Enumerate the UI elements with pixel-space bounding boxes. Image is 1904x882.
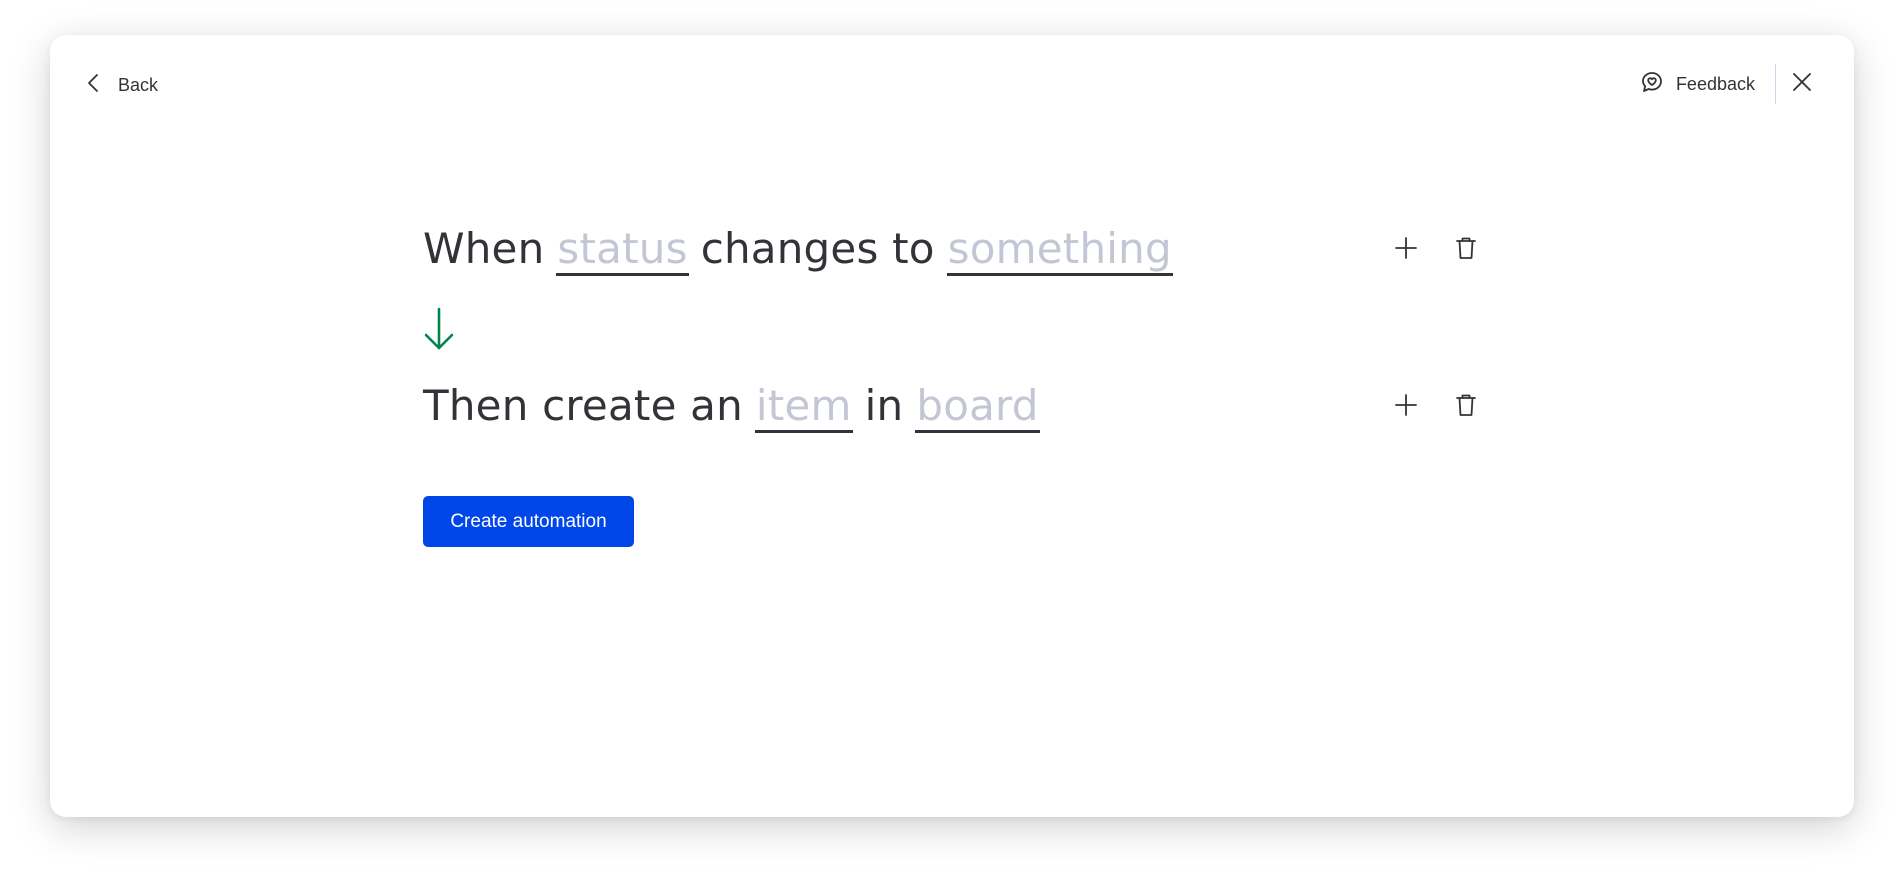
plus-icon [1393, 392, 1419, 423]
back-label: Back [118, 74, 159, 95]
trash-icon [1453, 392, 1479, 423]
chevron-left-icon [84, 73, 104, 98]
action-lead: Then create an [423, 381, 743, 430]
feedback-icon [1640, 70, 1664, 99]
trigger-status-field[interactable]: status [556, 225, 689, 276]
action-connector: in [864, 381, 904, 430]
feedback-label: Feedback [1675, 73, 1755, 94]
header-divider [1775, 64, 1776, 104]
trigger-actions [1391, 230, 1481, 270]
trigger-delete-button[interactable] [1451, 230, 1481, 270]
trash-icon [1453, 235, 1479, 266]
trigger-value-field[interactable]: something [946, 225, 1173, 276]
arrow-down-icon [423, 307, 455, 351]
plus-icon [1393, 235, 1419, 266]
close-button[interactable] [1780, 63, 1824, 105]
trigger-row: When status changes to something [423, 222, 1476, 278]
action-board-field[interactable]: board [915, 382, 1040, 433]
action-item-field[interactable]: item [754, 382, 853, 433]
action-delete-button[interactable] [1451, 387, 1481, 427]
trigger-when: When [423, 224, 545, 273]
trigger-add-button[interactable] [1391, 230, 1421, 270]
action-actions [1391, 387, 1481, 427]
automation-modal: Back Feedback When status changes to som… [50, 35, 1854, 817]
action-row: Then create an item in board [423, 379, 1476, 435]
close-icon [1792, 72, 1812, 97]
action-sentence: Then create an item in board [423, 381, 1040, 433]
back-button[interactable]: Back [84, 67, 158, 103]
header-actions: Feedback [1640, 63, 1824, 105]
trigger-connector: changes to [700, 224, 935, 273]
trigger-sentence: When status changes to something [423, 224, 1173, 276]
action-add-button[interactable] [1391, 387, 1421, 427]
feedback-button[interactable]: Feedback [1640, 70, 1775, 99]
create-automation-button[interactable]: Create automation [423, 496, 634, 547]
